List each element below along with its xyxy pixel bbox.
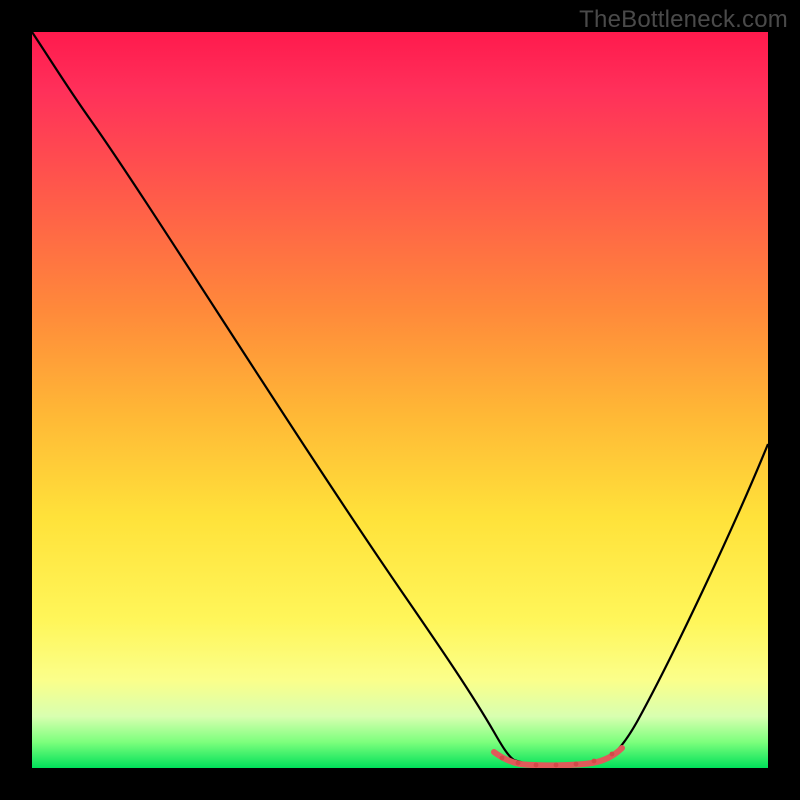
optimal-range-marker [494,748,622,765]
chart-frame: TheBottleneck.com [0,0,800,800]
curve-path [32,32,768,766]
plot-area [32,32,768,768]
bottleneck-curve [32,32,768,768]
watermark-text: TheBottleneck.com [579,6,788,34]
